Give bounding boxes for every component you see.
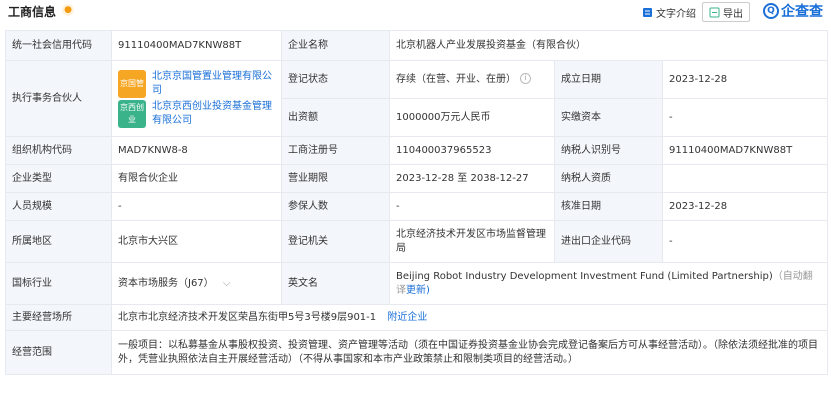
business-scope-label: 经营范围 [5, 330, 112, 375]
partner-badge: 京西创业 [118, 99, 146, 128]
partner-item: 京西创业 北京京西创业投资基金管理有限公司 [118, 99, 275, 128]
term-label: 营业期限 [281, 164, 390, 193]
reg-status-value: 存续（在营、开业、在册） [396, 73, 516, 85]
partner-label: 执行事务合伙人 [5, 60, 112, 137]
text-intro-label: 文字介绍 [656, 8, 696, 20]
company-type-value: 有限合伙企业 [111, 164, 282, 193]
address-cell: 北京市北京经济技术开发区荣昌东街甲5号3号楼9层901-1 附近企业 [110, 304, 829, 331]
business-info-table: 统一社会信用代码 91110400MAD7KNW88T 企业名称 北京机器人产业… [5, 30, 829, 375]
taxpayer-id-label: 纳税人识别号 [554, 136, 663, 165]
reg-no-label: 工商注册号 [281, 136, 390, 165]
industry-label: 国标行业 [5, 262, 112, 305]
staff-size-value: - [111, 192, 282, 221]
company-type-label: 企业类型 [5, 164, 112, 193]
export-button[interactable]: 导出 [702, 2, 750, 22]
reg-status-label: 登记状态 [281, 60, 390, 99]
brand-mark-icon: Q [763, 3, 779, 19]
partner-badge: 京国管 [118, 69, 146, 98]
term-value: 2023-12-28 至 2038-12-27 [389, 164, 555, 193]
partner-item: 京国管 北京京国管置业管理有限公司 [118, 69, 275, 98]
brand-logo: Q 企查查 [763, 1, 823, 21]
capital-label: 出资额 [281, 98, 390, 137]
founded-label: 成立日期 [554, 60, 663, 99]
staff-size-label: 人员规模 [5, 192, 112, 221]
address-label: 主要经营场所 [5, 304, 112, 331]
region-label: 所属地区 [5, 220, 112, 263]
partner-link[interactable]: 北京京西创业投资基金管理有限公司 [152, 100, 275, 128]
section-title: 工商信息 [8, 5, 57, 19]
import-export-label: 进出口企业代码 [554, 220, 663, 263]
import-export-value: - [661, 220, 829, 263]
org-code-value: MAD7KNW8-8 [111, 136, 282, 165]
business-scope-value: 一般项目：以私募基金从事股权投资、投资管理、资产管理等活动（须在中国证券投资基金… [110, 330, 829, 375]
company-name-label: 企业名称 [281, 30, 390, 61]
reg-no-value: 110400037965523 [389, 136, 555, 165]
approve-date-value: 2023-12-28 [661, 192, 829, 221]
warning-icon[interactable]: ● [62, 4, 74, 16]
taxpayer-id-value: 91110400MAD7KNW88T [661, 136, 829, 165]
paid-capital-value: - [661, 98, 829, 137]
capital-value: 1000000万元人民币 [389, 98, 555, 137]
text-intro-button[interactable]: 文字介绍 [642, 3, 696, 21]
insured-value: - [389, 192, 555, 221]
export-icon [709, 7, 720, 18]
authority-label: 登记机关 [281, 220, 390, 263]
approve-date-label: 核准日期 [554, 192, 663, 221]
region-value: 北京市大兴区 [111, 220, 282, 263]
partners-cell: 京国管 北京京国管置业管理有限公司 京西创业 北京京西创业投资基金管理有限公司 [111, 60, 282, 137]
company-name-value: 北京机器人产业发展投资基金（有限合伙） [388, 30, 829, 61]
info-icon[interactable]: i [520, 73, 531, 84]
export-label: 导出 [723, 8, 743, 20]
chevron-down-icon[interactable]: ⌵ [223, 278, 231, 289]
founded-value: 2023-12-28 [661, 60, 829, 99]
credit-code-value: 91110400MAD7KNW88T [111, 30, 282, 61]
address-value: 北京市北京经济技术开发区荣昌东街甲5号3号楼9层901-1 [118, 311, 377, 323]
english-name-cell: Beijing Robot Industry Development Inves… [388, 262, 829, 305]
reg-status-cell: 存续（在营、开业、在册） i [389, 60, 555, 99]
authority-value: 北京经济技术开发区市场监督管理局 [389, 220, 555, 263]
english-name-value: Beijing Robot Industry Development Inves… [396, 270, 773, 282]
taxpayer-qual-label: 纳税人资质 [554, 164, 663, 193]
document-icon [642, 7, 653, 18]
industry-value: 资本市场服务（J67） [118, 277, 214, 289]
credit-code-label: 统一社会信用代码 [5, 30, 112, 61]
taxpayer-qual-value [661, 164, 829, 193]
org-code-label: 组织机构代码 [5, 136, 112, 165]
industry-cell[interactable]: 资本市场服务（J67） ⌵ [111, 262, 282, 305]
english-name-label: 英文名 [281, 262, 390, 305]
paid-capital-label: 实缴资本 [554, 98, 663, 137]
brand-name: 企查查 [781, 4, 823, 20]
nearby-companies-link[interactable]: 附近企业 [387, 312, 427, 323]
partner-link[interactable]: 北京京国管置业管理有限公司 [152, 70, 275, 98]
insured-label: 参保人数 [281, 192, 390, 221]
update-link[interactable]: 更新) [406, 285, 430, 296]
section-header: 工商信息 ● 文字介绍 导出 Q 企查查 [0, 0, 831, 24]
